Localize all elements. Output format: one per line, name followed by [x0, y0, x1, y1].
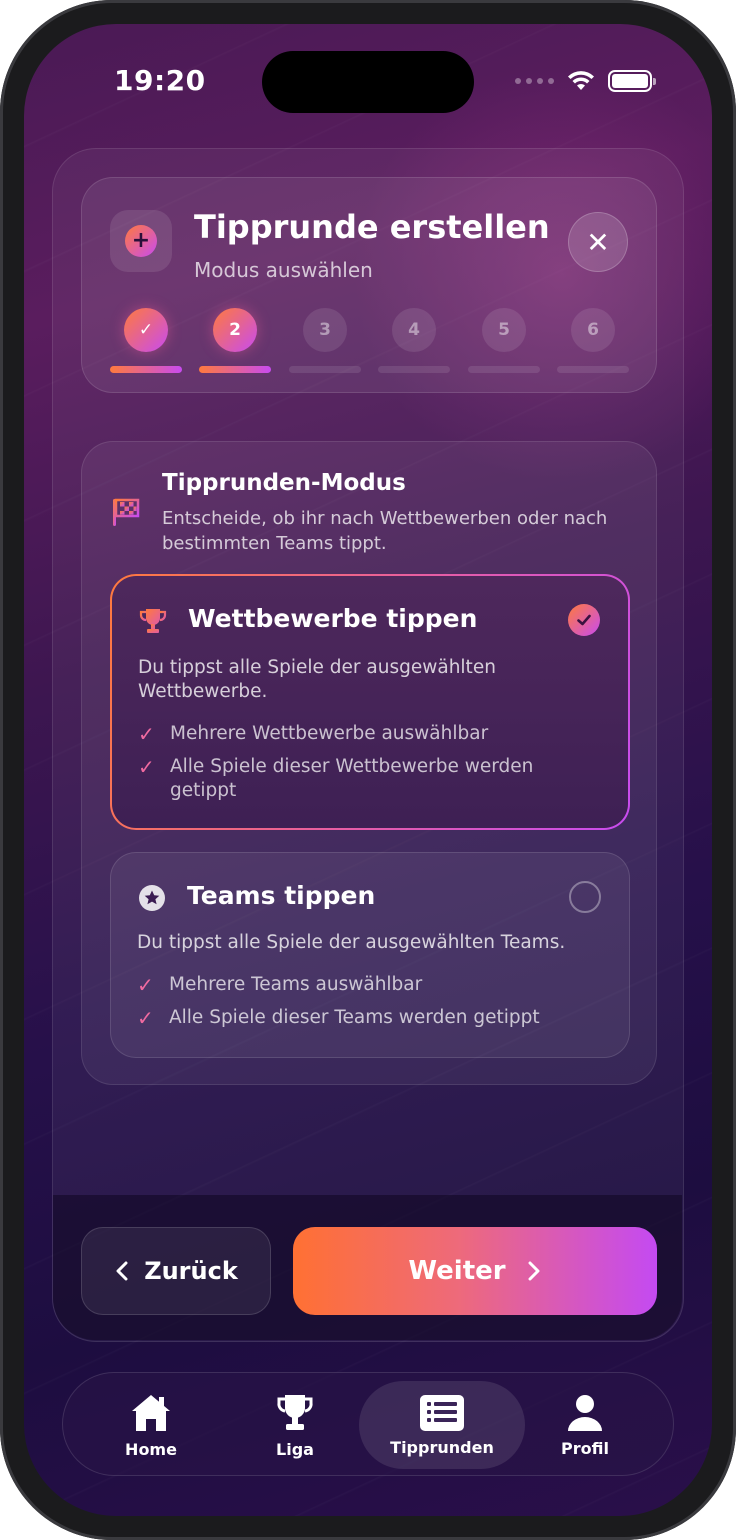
step-circle: 5 — [482, 308, 526, 352]
mode-title: Tipprunden-Modus — [162, 470, 406, 496]
header-badge: + — [110, 210, 172, 272]
chevron-right-icon — [528, 1261, 540, 1281]
option-title: Teams tippen — [187, 881, 376, 910]
tab-label: Tipprunden — [390, 1437, 494, 1457]
status-icons — [515, 70, 656, 92]
tab-liga[interactable]: Liga — [225, 1381, 365, 1469]
tab-bar: Home Liga Tipprunden Profil — [62, 1372, 674, 1476]
close-icon: ✕ — [586, 225, 610, 259]
battery-icon — [608, 70, 656, 92]
step-6: 6 — [557, 308, 629, 378]
button-bar: Zurück Weiter — [53, 1195, 682, 1340]
step-circle: 4 — [392, 308, 436, 352]
check-icon: ✓ — [138, 755, 155, 779]
feature-text: Alle Spiele dieser Wettbewerbe werden ge… — [170, 756, 534, 801]
option-competitions[interactable]: Wettbewerbe tippen Du tippst alle Spiele… — [110, 574, 630, 830]
tab-label: Home — [125, 1439, 177, 1459]
header-card: + Tipprunde erstellen Modus auswählen ✕ … — [81, 177, 657, 393]
option-title: Wettbewerbe tippen — [188, 604, 478, 633]
tab-label: Profil — [561, 1438, 609, 1458]
mode-card: Tipprunden-Modus Entscheide, ob ihr nach… — [81, 441, 657, 1085]
feature-text: Alle Spiele dieser Teams werden getippt — [169, 1007, 540, 1028]
step-bar — [557, 366, 629, 373]
tab-profil[interactable]: Profil — [515, 1381, 655, 1469]
step-1: ✓ — [110, 308, 182, 378]
list-icon — [420, 1394, 464, 1431]
trophy-icon — [277, 1394, 313, 1430]
option-teams[interactable]: Teams tippen Du tippst alle Spiele der a… — [110, 852, 630, 1058]
page-subtitle: Modus auswählen — [194, 258, 373, 282]
tab-label: Liga — [276, 1439, 314, 1459]
step-2: 2 — [199, 308, 271, 378]
step-bar — [468, 366, 540, 373]
feature-item: ✓ Alle Spiele dieser Teams werden getipp… — [137, 1006, 577, 1030]
option-description: Du tippst alle Spiele der ausgewählten T… — [137, 932, 566, 953]
page-title: Tipprunde erstellen — [194, 208, 550, 246]
step-circle: 2 — [213, 308, 257, 352]
radio-unselected[interactable] — [569, 881, 601, 913]
chevron-left-icon — [116, 1261, 128, 1281]
mode-description: Entscheide, ob ihr nach Wettbewerben ode… — [162, 508, 608, 554]
back-label: Zurück — [144, 1257, 238, 1285]
check-icon: ✓ — [137, 1006, 154, 1030]
feature-text: Mehrere Teams auswählbar — [169, 974, 423, 995]
status-time: 19:20 — [114, 64, 206, 97]
plus-icon: + — [125, 225, 157, 257]
feature-text: Mehrere Wettbewerbe auswählbar — [170, 723, 489, 744]
step-circle: 6 — [571, 308, 615, 352]
step-circle: ✓ — [124, 308, 168, 352]
feature-item: ✓ Mehrere Wettbewerbe auswählbar — [138, 722, 578, 746]
selected-check-icon — [568, 604, 600, 636]
step-3: 3 — [289, 308, 361, 378]
feature-item: ✓ Mehrere Teams auswählbar — [137, 973, 577, 997]
create-round-modal: + Tipprunde erstellen Modus auswählen ✕ … — [52, 148, 684, 1342]
wifi-icon — [568, 71, 594, 90]
star-icon — [139, 885, 165, 911]
step-bar — [289, 366, 361, 373]
screen: 19:20 + Tipprunde erstellen Modus auswäh… — [24, 24, 712, 1516]
step-indicator: ✓ 2 3 4 5 6 — [110, 308, 630, 378]
step-bar — [378, 366, 450, 373]
home-icon — [132, 1394, 170, 1431]
person-icon — [568, 1394, 602, 1431]
step-5: 5 — [468, 308, 540, 378]
next-label: Weiter — [408, 1256, 506, 1286]
phone-frame: 19:20 + Tipprunde erstellen Modus auswäh… — [0, 0, 736, 1540]
step-bar — [199, 366, 271, 373]
check-icon: ✓ — [137, 973, 154, 997]
signal-icon — [515, 78, 554, 84]
feature-item: ✓ Alle Spiele dieser Wettbewerbe werden … — [138, 755, 578, 803]
option-description: Du tippst alle Spiele der ausgewählten W… — [138, 657, 496, 702]
checkered-flag-icon — [113, 498, 140, 526]
trophy-icon — [139, 609, 167, 633]
step-circle: 3 — [303, 308, 347, 352]
step-bar — [110, 366, 182, 373]
step-4: 4 — [378, 308, 450, 378]
tab-tipprunden[interactable]: Tipprunden — [359, 1381, 525, 1469]
dynamic-island — [262, 51, 474, 113]
back-button[interactable]: Zurück — [81, 1227, 271, 1315]
next-button[interactable]: Weiter — [293, 1227, 657, 1315]
close-button[interactable]: ✕ — [568, 212, 628, 272]
check-icon: ✓ — [138, 722, 155, 746]
tab-home[interactable]: Home — [81, 1381, 221, 1469]
